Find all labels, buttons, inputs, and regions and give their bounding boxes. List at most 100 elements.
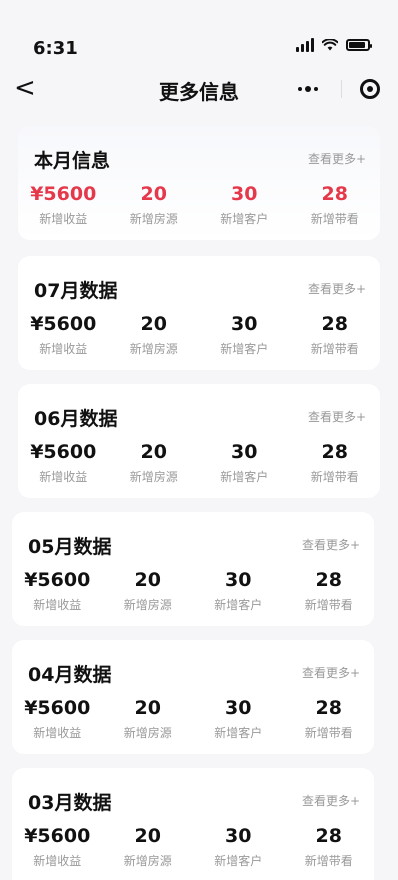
stats-row: ¥5600 新增收益 20 新增房源 30 新增客户 28 新增带看 bbox=[18, 440, 380, 485]
stat-label: 新增客户 bbox=[220, 470, 269, 484]
card-title: 05月数据 bbox=[28, 536, 112, 558]
month-card-07: 07月数据 查看更多+ ¥5600 新增收益 20 新增房源 30 新增客户 28 新增… bbox=[18, 256, 380, 370]
stat-revenue: ¥5600 新增收益 bbox=[18, 440, 109, 485]
stat-value: 20 bbox=[140, 313, 167, 335]
stat-label: 新增房源 bbox=[129, 212, 178, 226]
stat-value: 28 bbox=[315, 825, 342, 847]
stat-label: 新增客户 bbox=[220, 342, 269, 356]
stat-revenue: ¥5600 新增收益 bbox=[12, 696, 103, 741]
signal-icon bbox=[296, 38, 314, 52]
stat-revenue: ¥5600 新增收益 bbox=[12, 568, 103, 613]
stat-value: ¥5600 bbox=[24, 825, 91, 847]
mini-program-capsule bbox=[294, 74, 380, 104]
status-time: 6:31 bbox=[33, 38, 78, 59]
stat-value: 28 bbox=[315, 697, 342, 719]
card-title: 本月信息 bbox=[34, 150, 111, 172]
stat-value: ¥5600 bbox=[30, 441, 97, 463]
more-dots-icon[interactable] bbox=[294, 86, 322, 92]
status-icons bbox=[296, 38, 372, 52]
stat-value: 20 bbox=[140, 441, 167, 463]
stat-listings: 20 新增房源 bbox=[109, 440, 200, 485]
stat-value: 30 bbox=[231, 183, 258, 205]
stat-value: 20 bbox=[140, 183, 167, 205]
view-more-link[interactable]: 查看更多+ bbox=[308, 150, 366, 167]
stat-clients: 30 新增客户 bbox=[199, 312, 290, 357]
stat-viewings: 28 新增带看 bbox=[290, 312, 381, 357]
stat-value: 28 bbox=[321, 183, 348, 205]
stats-row: ¥5600 新增收益 20 新增房源 30 新增客户 28 新增带看 bbox=[18, 182, 380, 227]
stat-label: 新增带看 bbox=[304, 598, 353, 612]
stat-listings: 20 新增房源 bbox=[103, 696, 194, 741]
stats-row: ¥5600 新增收益 20 新增房源 30 新增客户 28 新增带看 bbox=[12, 824, 374, 869]
stat-value: 30 bbox=[225, 825, 252, 847]
stat-value: 30 bbox=[231, 313, 258, 335]
stat-value: 30 bbox=[225, 697, 252, 719]
view-more-link[interactable]: 查看更多+ bbox=[302, 664, 360, 681]
stat-value: ¥5600 bbox=[30, 183, 97, 205]
battery-icon bbox=[346, 39, 372, 51]
stat-label: 新增收益 bbox=[39, 470, 88, 484]
stat-clients: 30 新增客户 bbox=[193, 568, 284, 613]
stat-label: 新增带看 bbox=[304, 854, 353, 868]
stat-revenue: ¥5600 新增收益 bbox=[18, 182, 109, 227]
stat-value: 28 bbox=[321, 441, 348, 463]
stat-label: 新增房源 bbox=[129, 342, 178, 356]
stats-row: ¥5600 新增收益 20 新增房源 30 新增客户 28 新增带看 bbox=[12, 568, 374, 613]
stat-listings: 20 新增房源 bbox=[103, 568, 194, 613]
stat-label: 新增客户 bbox=[214, 854, 263, 868]
card-title: 06月数据 bbox=[34, 408, 118, 430]
stat-listings: 20 新增房源 bbox=[109, 312, 200, 357]
stat-clients: 30 新增客户 bbox=[193, 696, 284, 741]
capsule-divider bbox=[340, 80, 342, 98]
stat-label: 新增房源 bbox=[123, 726, 172, 740]
stat-value: 20 bbox=[134, 697, 161, 719]
month-card-03: 03月数据 查看更多+ ¥5600 新增收益 20 新增房源 30 新增客户 28 新增… bbox=[12, 768, 374, 880]
card-title: 04月数据 bbox=[28, 664, 112, 686]
stat-value: 20 bbox=[134, 569, 161, 591]
stat-clients: 30 新增客户 bbox=[199, 440, 290, 485]
nav-bar: < 更多信息 bbox=[0, 70, 398, 110]
stat-label: 新增房源 bbox=[123, 854, 172, 868]
target-icon[interactable] bbox=[360, 79, 380, 99]
stat-listings: 20 新增房源 bbox=[109, 182, 200, 227]
stat-label: 新增客户 bbox=[214, 726, 263, 740]
stat-revenue: ¥5600 新增收益 bbox=[18, 312, 109, 357]
card-title: 03月数据 bbox=[28, 792, 112, 814]
stat-viewings: 28 新增带看 bbox=[284, 568, 375, 613]
stat-label: 新增客户 bbox=[214, 598, 263, 612]
stat-label: 新增带看 bbox=[310, 212, 359, 226]
stat-value: 30 bbox=[231, 441, 258, 463]
stat-value: 30 bbox=[225, 569, 252, 591]
view-more-link[interactable]: 查看更多+ bbox=[308, 408, 366, 425]
view-more-link[interactable]: 查看更多+ bbox=[302, 792, 360, 809]
wifi-icon bbox=[322, 39, 338, 51]
stat-label: 新增收益 bbox=[39, 342, 88, 356]
stats-row: ¥5600 新增收益 20 新增房源 30 新增客户 28 新增带看 bbox=[18, 312, 380, 357]
month-card-05: 05月数据 查看更多+ ¥5600 新增收益 20 新增房源 30 新增客户 28 新增… bbox=[12, 512, 374, 626]
stat-viewings: 28 新增带看 bbox=[290, 182, 381, 227]
view-more-link[interactable]: 查看更多+ bbox=[308, 280, 366, 297]
stat-label: 新增客户 bbox=[220, 212, 269, 226]
stat-clients: 30 新增客户 bbox=[193, 824, 284, 869]
stat-label: 新增收益 bbox=[39, 212, 88, 226]
stat-label: 新增带看 bbox=[310, 342, 359, 356]
stat-listings: 20 新增房源 bbox=[103, 824, 194, 869]
stat-label: 新增收益 bbox=[33, 598, 82, 612]
stat-value: ¥5600 bbox=[30, 313, 97, 335]
stat-label: 新增收益 bbox=[33, 854, 82, 868]
stat-label: 新增房源 bbox=[129, 470, 178, 484]
month-card-04: 04月数据 查看更多+ ¥5600 新增收益 20 新增房源 30 新增客户 28 新增… bbox=[12, 640, 374, 754]
stat-value: ¥5600 bbox=[24, 569, 91, 591]
stat-revenue: ¥5600 新增收益 bbox=[12, 824, 103, 869]
month-card-06: 06月数据 查看更多+ ¥5600 新增收益 20 新增房源 30 新增客户 28 新增… bbox=[18, 384, 380, 498]
card-title: 07月数据 bbox=[34, 280, 118, 302]
stat-label: 新增收益 bbox=[33, 726, 82, 740]
stat-viewings: 28 新增带看 bbox=[290, 440, 381, 485]
view-more-link[interactable]: 查看更多+ bbox=[302, 536, 360, 553]
stat-label: 新增带看 bbox=[304, 726, 353, 740]
status-bar: 6:31 bbox=[0, 0, 398, 70]
stat-label: 新增房源 bbox=[123, 598, 172, 612]
stat-clients: 30 新增客户 bbox=[199, 182, 290, 227]
stat-value: 28 bbox=[321, 313, 348, 335]
stat-value: 20 bbox=[134, 825, 161, 847]
